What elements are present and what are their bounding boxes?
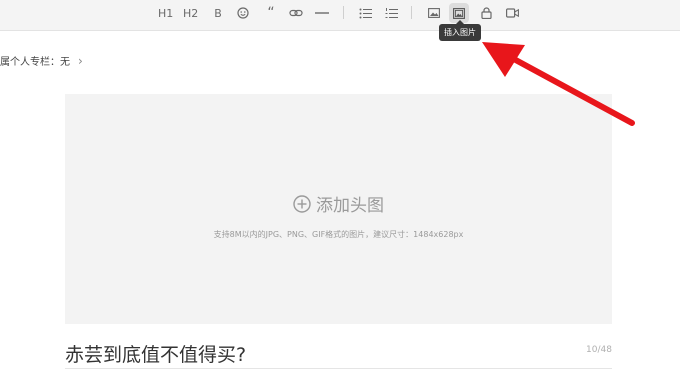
unordered-list-button[interactable] xyxy=(358,3,372,23)
divider-icon xyxy=(315,12,329,14)
insert-image-icon xyxy=(453,7,465,19)
emoji-button[interactable] xyxy=(236,3,250,23)
column-selector[interactable]: 属个人专栏：无 › xyxy=(0,53,83,69)
add-cover-label: 添加头图 xyxy=(316,196,384,216)
add-cover-row: 添加头图 xyxy=(65,191,612,216)
lock-icon xyxy=(480,7,492,19)
toolbar-separator xyxy=(343,6,344,19)
video-icon xyxy=(505,8,519,18)
title-underline xyxy=(65,368,612,369)
link-button[interactable] xyxy=(289,3,303,23)
cover-image-upload[interactable]: 添加头图 支持8M以内的JPG、PNG、GIF格式的图片，建议尺寸：1484x6… xyxy=(65,94,612,324)
editor-toolbar: H1 H2 B “ xyxy=(0,0,680,31)
heading-2-button[interactable]: H2 xyxy=(183,3,198,23)
heading-1-button[interactable]: H1 xyxy=(158,3,173,23)
tooltip-text: 插入图片 xyxy=(444,28,476,37)
plus-circle-icon xyxy=(293,194,311,213)
bold-icon: B xyxy=(214,6,222,20)
link-icon xyxy=(289,9,303,17)
lock-button[interactable] xyxy=(479,3,493,23)
image-icon xyxy=(428,8,440,18)
h2-icon: H2 xyxy=(183,6,199,20)
ordered-list-button[interactable] xyxy=(384,3,398,23)
video-button[interactable] xyxy=(505,3,519,23)
ordered-list-icon xyxy=(385,7,398,18)
cover-hint: 支持8M以内的JPG、PNG、GIF格式的图片，建议尺寸：1484x628px xyxy=(213,230,464,239)
chevron-right-icon: › xyxy=(78,53,83,68)
article-title-input[interactable]: 赤芸到底值不值得买? xyxy=(65,340,246,367)
bold-button[interactable]: B xyxy=(211,3,225,23)
unordered-list-icon xyxy=(359,8,372,18)
toolbar-separator xyxy=(411,6,412,19)
arrow-head xyxy=(482,42,525,77)
divider-button[interactable] xyxy=(315,3,329,23)
image-button[interactable] xyxy=(427,3,441,23)
insert-image-tooltip: 插入图片 xyxy=(439,20,481,41)
column-label: 属个人专栏：无 xyxy=(0,57,70,68)
title-char-count: 10/48 xyxy=(586,345,612,355)
quote-icon: “ xyxy=(267,5,275,21)
emoji-icon xyxy=(237,7,249,19)
h1-icon: H1 xyxy=(158,6,174,20)
quote-button[interactable]: “ xyxy=(264,3,278,23)
